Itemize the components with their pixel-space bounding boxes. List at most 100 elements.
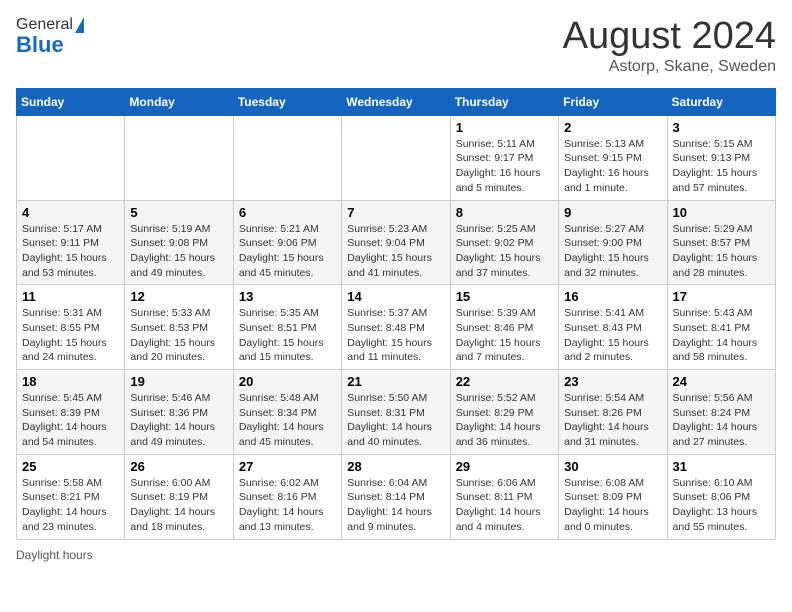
day-cell: 14 Sunrise: 5:37 AM Sunset: 8:48 PM Dayli… <box>342 285 450 370</box>
day-info: Sunrise: 5:45 AM Sunset: 8:39 PM Dayligh… <box>22 391 119 450</box>
day-cell: 28Sunrise: 6:04 AM Sunset: 8:14 PM Dayli… <box>342 454 450 539</box>
day-cell: 31 Sunrise: 6:10 AM Sunset: 8:06 PM Dayli… <box>667 454 775 539</box>
day-info: Sunrise: 5:19 AM Sunset: 9:08 PM Dayligh… <box>130 222 227 281</box>
day-info: Sunrise: 5:21 AM Sunset: 9:06 PM Dayligh… <box>239 222 336 281</box>
day-cell: 11Sunrise: 5:31 AM Sunset: 8:55 PM Dayli… <box>17 285 125 370</box>
day-number: 18 <box>22 374 119 389</box>
day-info: Sunrise: 5:15 AM Sunset: 9:13 PM Dayligh… <box>673 137 770 196</box>
day-info: Sunrise: 5:29 AM Sunset: 8:57 PM Dayligh… <box>673 222 770 281</box>
day-cell: 17 Sunrise: 5:43 AM Sunset: 8:41 PM Dayli… <box>667 285 775 370</box>
week-row-4: 18 Sunrise: 5:45 AM Sunset: 8:39 PM Dayli… <box>17 370 776 455</box>
day-cell: 22 Sunrise: 5:52 AM Sunset: 8:29 PM Dayli… <box>450 370 558 455</box>
day-cell: 24 Sunrise: 5:56 AM Sunset: 8:24 PM Dayli… <box>667 370 775 455</box>
day-cell <box>342 115 450 200</box>
day-cell: 19Sunrise: 5:46 AM Sunset: 8:36 PM Dayli… <box>125 370 233 455</box>
day-number: 26 <box>130 459 227 474</box>
footer-note: Daylight hours <box>16 548 776 562</box>
day-cell: 27 Sunrise: 6:02 AM Sunset: 8:16 PM Dayli… <box>233 454 341 539</box>
day-cell: 3Sunrise: 5:15 AM Sunset: 9:13 PM Daylig… <box>667 115 775 200</box>
week-row-1: 1 Sunrise: 5:11 AM Sunset: 9:17 PM Daylig… <box>17 115 776 200</box>
day-number: 27 <box>239 459 336 474</box>
day-number: 13 <box>239 289 336 304</box>
day-cell <box>125 115 233 200</box>
day-cell: 30 Sunrise: 6:08 AM Sunset: 8:09 PM Dayli… <box>559 454 667 539</box>
week-row-2: 4 Sunrise: 5:17 AM Sunset: 9:11 PM Daylig… <box>17 200 776 285</box>
day-cell: 16 Sunrise: 5:41 AM Sunset: 8:43 PM Dayli… <box>559 285 667 370</box>
day-info: Sunrise: 6:08 AM Sunset: 8:09 PM Dayligh… <box>564 476 661 535</box>
month-title: August 2024 <box>563 16 776 58</box>
day-info: Sunrise: 6:10 AM Sunset: 8:06 PM Dayligh… <box>673 476 770 535</box>
day-cell: 9Sunrise: 5:27 AM Sunset: 9:00 PM Daylig… <box>559 200 667 285</box>
logo-triangle-icon <box>75 17 84 33</box>
col-header-wednesday: Wednesday <box>342 88 450 115</box>
day-number: 19 <box>130 374 227 389</box>
col-header-tuesday: Tuesday <box>233 88 341 115</box>
day-info: Sunrise: 6:02 AM Sunset: 8:16 PM Dayligh… <box>239 476 336 535</box>
week-row-5: 25 Sunrise: 5:58 AM Sunset: 8:21 PM Dayli… <box>17 454 776 539</box>
day-info: Sunrise: 5:35 AM Sunset: 8:51 PM Dayligh… <box>239 306 336 365</box>
day-info: Sunrise: 5:43 AM Sunset: 8:41 PM Dayligh… <box>673 306 770 365</box>
day-info: Sunrise: 5:41 AM Sunset: 8:43 PM Dayligh… <box>564 306 661 365</box>
day-number: 2 <box>564 120 661 135</box>
day-info: Sunrise: 5:54 AM Sunset: 8:26 PM Dayligh… <box>564 391 661 450</box>
day-info: Sunrise: 5:52 AM Sunset: 8:29 PM Dayligh… <box>456 391 553 450</box>
day-number: 8 <box>456 205 553 220</box>
day-cell: 12 Sunrise: 5:33 AM Sunset: 8:53 PM Dayli… <box>125 285 233 370</box>
day-cell: 8 Sunrise: 5:25 AM Sunset: 9:02 PM Daylig… <box>450 200 558 285</box>
day-number: 14 <box>347 289 444 304</box>
day-number: 29 <box>456 459 553 474</box>
col-header-saturday: Saturday <box>667 88 775 115</box>
day-cell: 25 Sunrise: 5:58 AM Sunset: 8:21 PM Dayli… <box>17 454 125 539</box>
day-cell <box>233 115 341 200</box>
day-cell: 13 Sunrise: 5:35 AM Sunset: 8:51 PM Dayli… <box>233 285 341 370</box>
day-cell: 18 Sunrise: 5:45 AM Sunset: 8:39 PM Dayli… <box>17 370 125 455</box>
day-cell <box>17 115 125 200</box>
day-cell: 1 Sunrise: 5:11 AM Sunset: 9:17 PM Daylig… <box>450 115 558 200</box>
day-number: 7 <box>347 205 444 220</box>
day-number: 25 <box>22 459 119 474</box>
day-cell: 29 Sunrise: 6:06 AM Sunset: 8:11 PM Dayli… <box>450 454 558 539</box>
day-info: Sunrise: 5:25 AM Sunset: 9:02 PM Dayligh… <box>456 222 553 281</box>
day-number: 22 <box>456 374 553 389</box>
day-info: Sunrise: 5:33 AM Sunset: 8:53 PM Dayligh… <box>130 306 227 365</box>
day-number: 23 <box>564 374 661 389</box>
day-number: 16 <box>564 289 661 304</box>
day-number: 17 <box>673 289 770 304</box>
day-info: Sunrise: 5:13 AM Sunset: 9:15 PM Dayligh… <box>564 137 661 196</box>
day-info: Sunrise: 5:39 AM Sunset: 8:46 PM Dayligh… <box>456 306 553 365</box>
day-number: 28 <box>347 459 444 474</box>
day-info: Sunrise: 6:06 AM Sunset: 8:11 PM Dayligh… <box>456 476 553 535</box>
day-info: Sunrise: 5:50 AM Sunset: 8:31 PM Dayligh… <box>347 391 444 450</box>
day-number: 4 <box>22 205 119 220</box>
logo-blue-text: Blue <box>16 32 64 58</box>
page-header: General Blue August 2024 Astorp, Skane, … <box>16 16 776 76</box>
day-cell: 23 Sunrise: 5:54 AM Sunset: 8:26 PM Dayli… <box>559 370 667 455</box>
day-number: 1 <box>456 120 553 135</box>
day-cell: 7 Sunrise: 5:23 AM Sunset: 9:04 PM Daylig… <box>342 200 450 285</box>
day-number: 6 <box>239 205 336 220</box>
day-info: Sunrise: 5:11 AM Sunset: 9:17 PM Dayligh… <box>456 137 553 196</box>
col-header-thursday: Thursday <box>450 88 558 115</box>
day-info: Sunrise: 5:58 AM Sunset: 8:21 PM Dayligh… <box>22 476 119 535</box>
day-number: 11 <box>22 289 119 304</box>
day-cell: 26Sunrise: 6:00 AM Sunset: 8:19 PM Dayli… <box>125 454 233 539</box>
day-number: 30 <box>564 459 661 474</box>
col-header-friday: Friday <box>559 88 667 115</box>
day-cell: 20Sunrise: 5:48 AM Sunset: 8:34 PM Dayli… <box>233 370 341 455</box>
day-cell: 15Sunrise: 5:39 AM Sunset: 8:46 PM Dayli… <box>450 285 558 370</box>
col-header-sunday: Sunday <box>17 88 125 115</box>
day-number: 24 <box>673 374 770 389</box>
day-cell: 4 Sunrise: 5:17 AM Sunset: 9:11 PM Daylig… <box>17 200 125 285</box>
day-info: Sunrise: 5:56 AM Sunset: 8:24 PM Dayligh… <box>673 391 770 450</box>
day-cell: 6 Sunrise: 5:21 AM Sunset: 9:06 PM Daylig… <box>233 200 341 285</box>
day-cell: 21Sunrise: 5:50 AM Sunset: 8:31 PM Dayli… <box>342 370 450 455</box>
day-info: Sunrise: 5:37 AM Sunset: 8:48 PM Dayligh… <box>347 306 444 365</box>
day-info: Sunrise: 5:23 AM Sunset: 9:04 PM Dayligh… <box>347 222 444 281</box>
day-number: 31 <box>673 459 770 474</box>
day-cell: 5Sunrise: 5:19 AM Sunset: 9:08 PM Daylig… <box>125 200 233 285</box>
header-row: SundayMondayTuesdayWednesdayThursdayFrid… <box>17 88 776 115</box>
title-block: August 2024 Astorp, Skane, Sweden <box>563 16 776 76</box>
day-info: Sunrise: 5:17 AM Sunset: 9:11 PM Dayligh… <box>22 222 119 281</box>
day-number: 12 <box>130 289 227 304</box>
day-number: 9 <box>564 205 661 220</box>
